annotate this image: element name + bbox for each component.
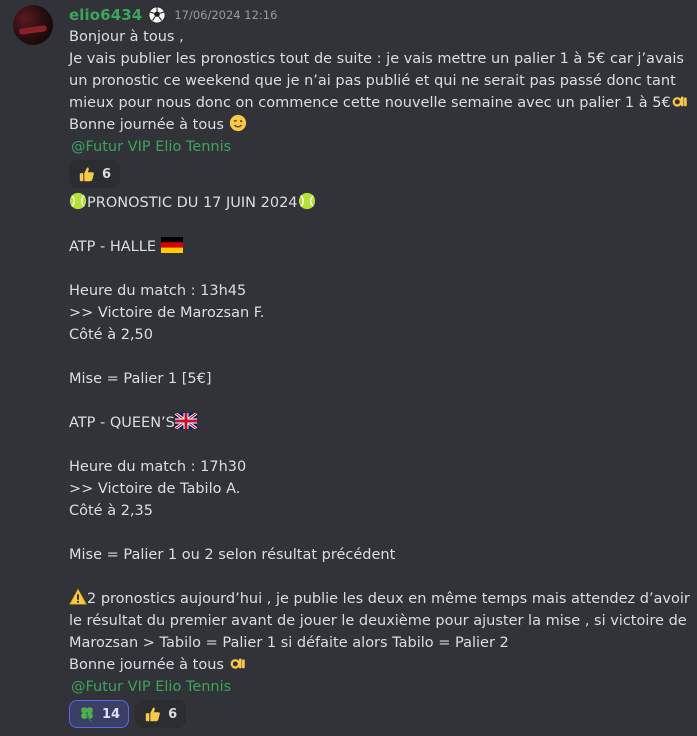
match1-tournament: ATP - HALLE <box>69 239 161 255</box>
message-line-text: mieux pour nous donc on commence cette n… <box>69 95 671 111</box>
note-line: 2 pronostics aujourd’hui , je publie les… <box>87 591 690 607</box>
thumbs-up-icon <box>79 167 94 182</box>
match1-stake: Mise = Palier 1 [5€] <box>69 371 212 387</box>
message-line: Bonjour à tous , <box>69 29 184 45</box>
ok-hand-icon <box>672 96 687 107</box>
message-line: un pronostic ce weekend que je n’ai pas … <box>69 73 676 89</box>
winking-face-icon <box>229 114 246 132</box>
tennis-ball-icon <box>69 192 87 210</box>
tennis-ball-icon <box>298 192 315 210</box>
match1-pick: >> Victoire de Marozsan F. <box>69 305 265 321</box>
message-line: Je vais publier les pronostics tout de s… <box>69 51 684 67</box>
germany-flag-icon <box>160 237 183 253</box>
reactions-bar: 14 6 <box>69 700 689 728</box>
role-mention[interactable]: @Futur VIP Elio Tennis <box>69 676 233 698</box>
match2-odds: Côté à 2,35 <box>69 503 153 519</box>
message-line: mieux pour nous donc on commence cette n… <box>69 92 689 114</box>
note-line: le résultat du premier avant de jouer le… <box>69 613 687 629</box>
message-line: Bonne journée à tous <box>69 654 689 676</box>
message-header: elio6434 17/06/2024 12:16 <box>69 4 689 26</box>
thumbs-up-icon <box>145 707 160 722</box>
role-mention[interactable]: @Futur VIP Elio Tennis <box>69 136 233 158</box>
soccer-ball-icon <box>148 6 166 24</box>
discord-message-group: elio6434 17/06/2024 12:16 Bonjour à tous… <box>0 0 697 736</box>
message-timestamp: 17/06/2024 12:16 <box>174 8 278 22</box>
match2-pick: >> Victoire de Tabilo A. <box>69 481 241 497</box>
message-content: elio6434 17/06/2024 12:16 Bonjour à tous… <box>69 4 690 732</box>
prediction-title: PRONOSTIC DU 17 JUIN 2024 <box>87 195 298 211</box>
message-line: ATP - HALLE <box>69 236 689 258</box>
match2-stake: Mise = Palier 1 ou 2 selon résultat préc… <box>69 547 396 563</box>
reaction-thumbs-up[interactable]: 6 <box>135 700 187 728</box>
note-line: Marozsan > Tabilo = Palier 1 si défaite … <box>69 635 509 651</box>
reaction-count: 14 <box>102 706 121 722</box>
four-leaf-clover-icon <box>81 707 93 723</box>
reactions-bar: 6 <box>69 160 689 188</box>
ok-hand-icon <box>230 658 245 669</box>
reaction-count: 6 <box>168 706 178 722</box>
match2-tournament: ATP - QUEEN’S <box>69 415 175 431</box>
message-line: 2 pronostics aujourd’hui , je publie les… <box>69 588 690 610</box>
note-line: Bonne journée à tous <box>69 657 229 673</box>
message-line: Bonne journée à tous <box>69 114 689 136</box>
message-line: PRONOSTIC DU 17 JUIN 2024 <box>69 192 689 214</box>
message-line: ATP - QUEEN’S <box>69 412 689 434</box>
uk-flag-icon <box>174 413 197 429</box>
match2-time: Heure du match : 17h30 <box>69 459 247 475</box>
match1-time: Heure du match : 13h45 <box>69 283 247 299</box>
warning-icon <box>69 588 87 605</box>
message-line-text: Bonne journée à tous <box>69 117 229 133</box>
username[interactable]: elio6434 <box>69 6 142 24</box>
match1-odds: Côté à 2,50 <box>69 327 153 343</box>
reaction-thumbs-up[interactable]: 6 <box>69 160 121 188</box>
user-avatar[interactable] <box>13 5 53 45</box>
reaction-count: 6 <box>102 166 112 182</box>
reaction-four-leaf-clover[interactable]: 14 <box>69 700 130 728</box>
